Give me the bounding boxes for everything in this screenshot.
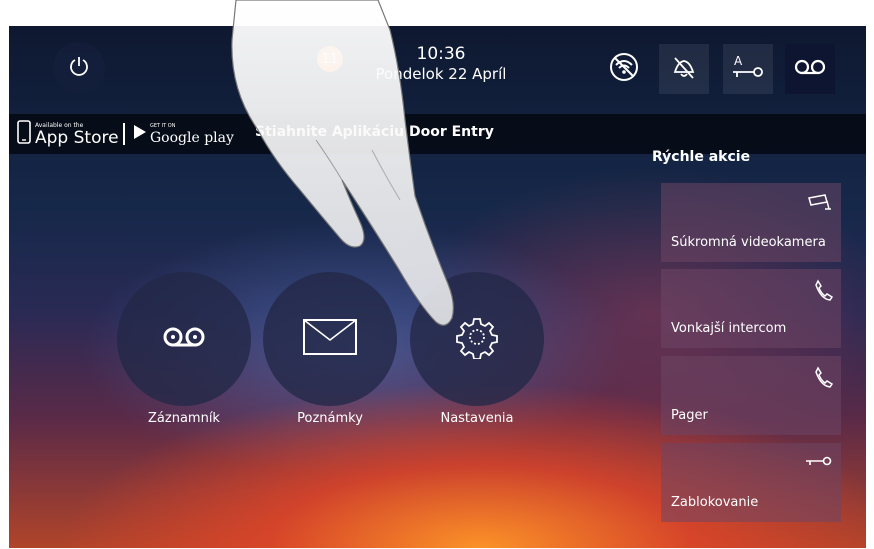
pointing-hand-illustration (231, 0, 454, 326)
